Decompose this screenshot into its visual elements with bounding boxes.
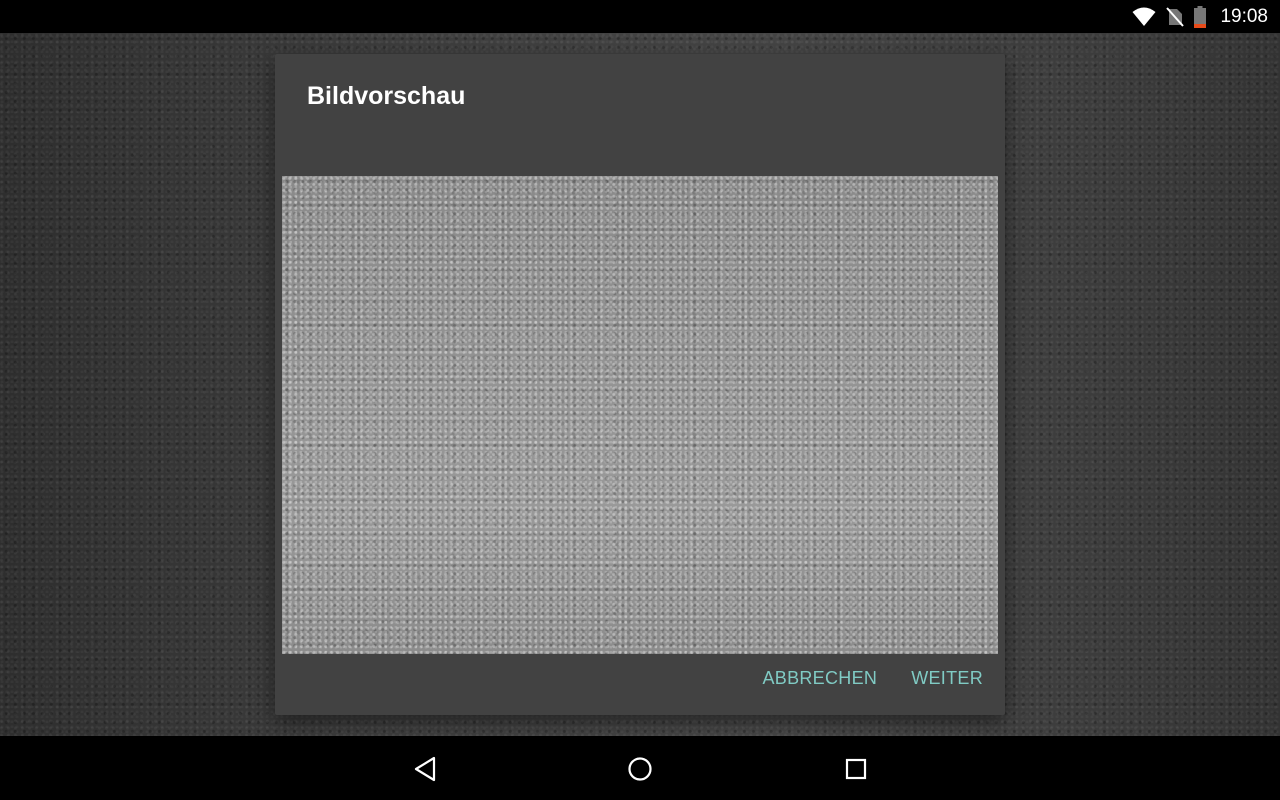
status-bar: 19:08 <box>0 0 1280 33</box>
screen: 19:08 Bildvorschau ABBRECHEN WEITER <box>0 0 1280 800</box>
back-icon[interactable] <box>408 752 442 786</box>
dialog-actions: ABBRECHEN WEITER <box>738 662 985 695</box>
wifi-icon <box>1132 7 1156 27</box>
recents-icon[interactable] <box>839 752 873 786</box>
no-sim-icon <box>1166 6 1185 27</box>
dialog-title: Bildvorschau <box>307 82 466 110</box>
continue-button[interactable]: WEITER <box>909 662 985 695</box>
cancel-button[interactable]: ABBRECHEN <box>760 662 879 695</box>
battery-low-icon <box>1194 5 1207 28</box>
status-clock: 19:08 <box>1220 5 1268 27</box>
preview-image <box>282 176 998 654</box>
navigation-bar <box>0 736 1280 800</box>
home-icon[interactable] <box>623 752 657 786</box>
image-preview-dialog: Bildvorschau ABBRECHEN WEITER <box>275 54 1005 715</box>
